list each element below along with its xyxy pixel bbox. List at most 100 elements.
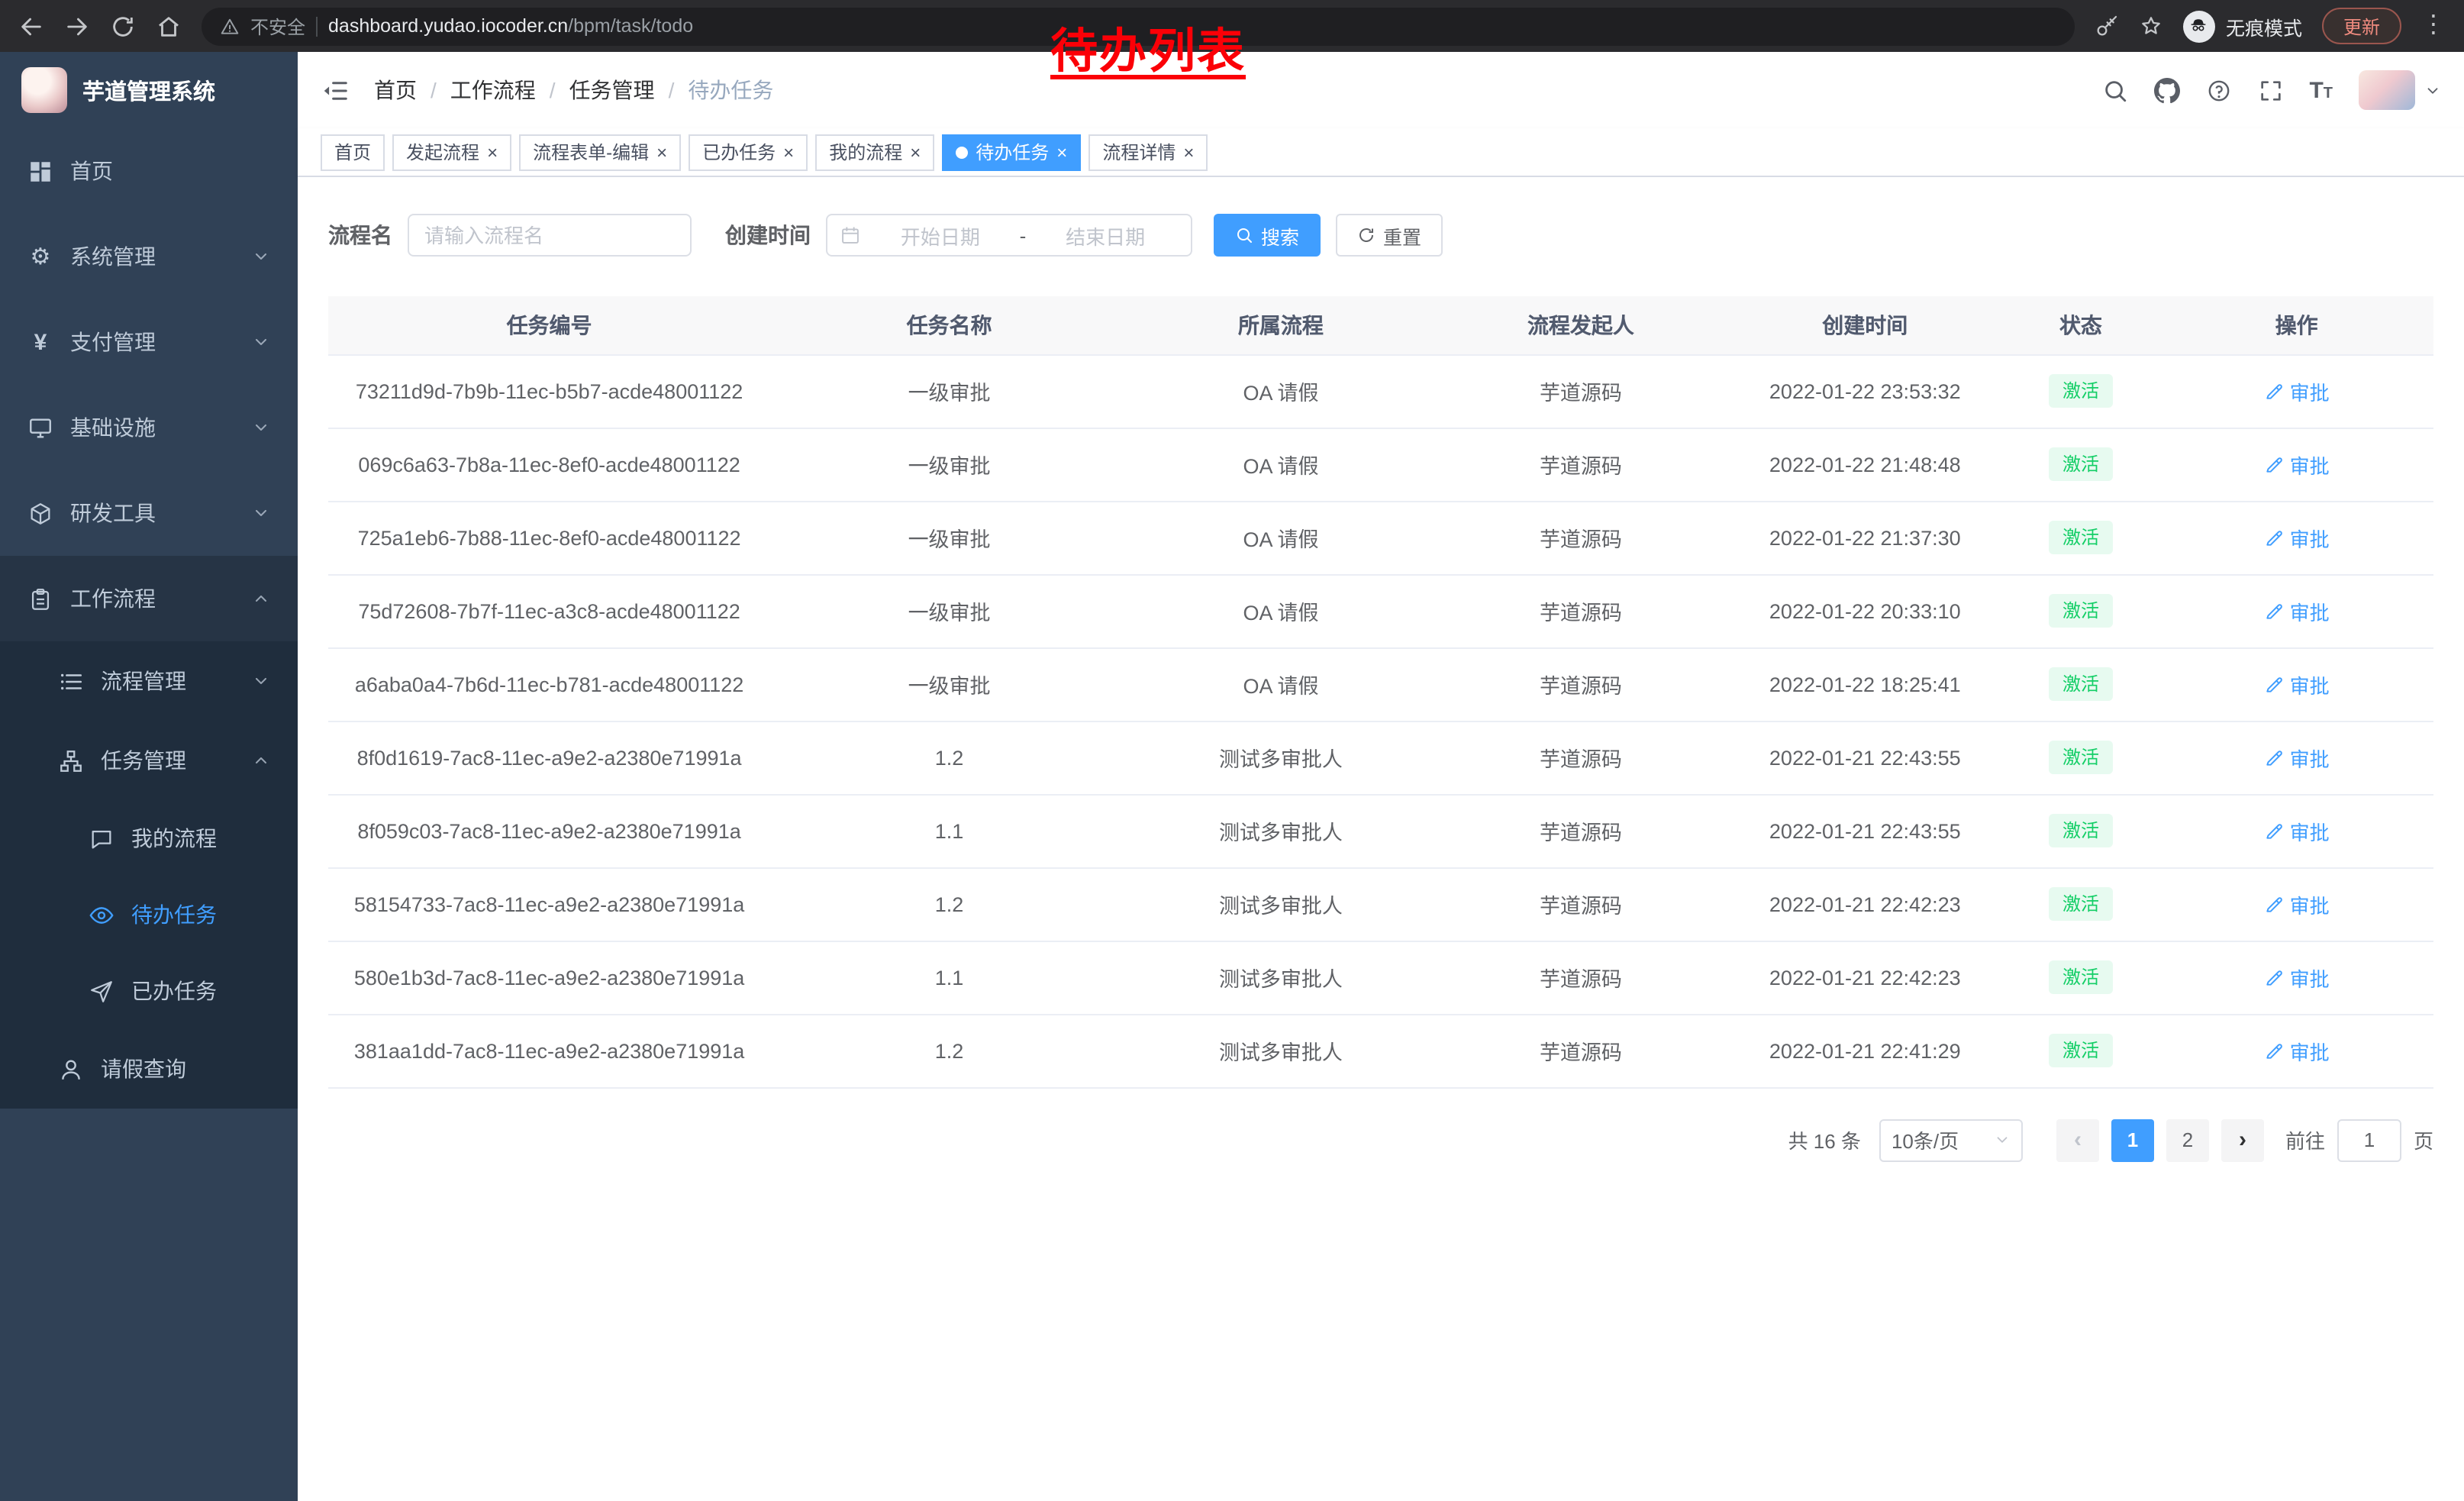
approve-link[interactable]: 审批 (2264, 450, 2330, 479)
sidebar-item-payment[interactable]: ¥ 支付管理 (0, 299, 298, 385)
paper-plane-icon (89, 978, 114, 1004)
help-icon[interactable] (2205, 77, 2231, 103)
cell-status: 激活 (2002, 501, 2160, 574)
warning-icon[interactable] (220, 16, 240, 36)
cell-task-id: 58154733-7ac8-11ec-a9e2-a2380e71991a (328, 867, 770, 941)
update-button[interactable]: 更新 (2322, 8, 2401, 44)
column-header-process: 所属流程 (1128, 296, 1434, 354)
cell-process: OA 请假 (1128, 428, 1434, 501)
user-menu[interactable] (2359, 70, 2441, 110)
approve-link[interactable]: 审批 (2264, 523, 2330, 552)
goto-unit-label: 页 (2414, 1125, 2433, 1154)
bookmark-star-icon[interactable] (2139, 14, 2163, 38)
close-icon[interactable]: × (656, 143, 667, 161)
approve-link[interactable]: 审批 (2264, 743, 2330, 772)
sidebar-item-label: 任务管理 (101, 745, 186, 776)
cell-task-name: 一级审批 (770, 354, 1128, 428)
tab-home[interactable]: 首页 (321, 134, 385, 170)
sidebar-item-process-management[interactable]: 流程管理 (0, 641, 298, 721)
date-range-picker[interactable]: 开始日期 - 结束日期 (826, 214, 1192, 257)
goto-label: 前往 (2285, 1125, 2325, 1154)
sidebar-item-system[interactable]: ⚙ 系统管理 (0, 214, 298, 299)
tab-process-detail[interactable]: 流程详情× (1088, 134, 1208, 170)
next-page-button[interactable]: › (2221, 1118, 2264, 1161)
reset-button[interactable]: 重置 (1336, 214, 1443, 257)
chevron-up-icon (252, 751, 270, 770)
cell-task-name: 1.2 (770, 721, 1128, 794)
table-row: a6aba0a4-7b6d-11ec-b781-acde48001122 一级审… (328, 647, 2433, 721)
search-icon[interactable] (2101, 77, 2127, 103)
cell-action: 审批 (2159, 501, 2433, 574)
table-header-row: 任务编号 任务名称 所属流程 流程发起人 创建时间 状态 操作 (328, 296, 2433, 354)
font-size-icon[interactable]: TT (2309, 77, 2333, 103)
tab-label: 我的流程 (829, 139, 902, 165)
close-icon[interactable]: × (487, 143, 498, 161)
cell-task-name: 1.1 (770, 794, 1128, 867)
page-size-select[interactable]: 10条/页 (1879, 1118, 2023, 1161)
cell-status: 激活 (2002, 941, 2160, 1014)
chevron-up-icon (252, 589, 270, 608)
sidebar-item-infrastructure[interactable]: 基础设施 (0, 385, 298, 470)
key-icon[interactable] (2095, 14, 2119, 38)
close-icon[interactable]: × (1183, 143, 1194, 161)
cell-task-id: 75d72608-7b7f-11ec-a3c8-acde48001122 (328, 574, 770, 647)
forward-icon[interactable] (64, 13, 90, 39)
tab-my-processes[interactable]: 我的流程 × (815, 134, 934, 170)
monitor-icon (27, 415, 53, 441)
sidebar-item-home[interactable]: 首页 (0, 128, 298, 214)
tab-process-form-edit[interactable]: 流程表单-编辑× (519, 134, 681, 170)
chevron-down-icon (252, 672, 270, 690)
breadcrumb-current: 待办任务 (688, 75, 773, 105)
reload-icon[interactable] (110, 13, 136, 39)
breadcrumb-workflow[interactable]: 工作流程 (450, 75, 536, 105)
sidebar-item-my-processes[interactable]: 我的流程 (0, 800, 298, 876)
back-icon[interactable] (18, 13, 44, 39)
status-badge: 激活 (2049, 374, 2113, 408)
sidebar-item-dev-tools[interactable]: 研发工具 (0, 470, 298, 556)
sidebar-item-label: 待办任务 (131, 899, 217, 930)
close-icon[interactable]: × (910, 143, 921, 161)
header-actions: TT (2101, 70, 2441, 110)
cell-initiator: 芋道源码 (1434, 1014, 1728, 1087)
cell-initiator: 芋道源码 (1434, 428, 1728, 501)
cell-created: 2022-01-21 22:42:23 (1728, 867, 2002, 941)
process-name-input[interactable] (408, 214, 692, 257)
github-icon[interactable] (2153, 77, 2179, 103)
approve-link[interactable]: 审批 (2264, 889, 2330, 918)
tab-done-tasks[interactable]: 已办任务× (689, 134, 808, 170)
goto-page-input[interactable] (2337, 1118, 2401, 1161)
approve-link[interactable]: 审批 (2264, 376, 2330, 405)
approve-link[interactable]: 审批 (2264, 670, 2330, 699)
approve-link[interactable]: 审批 (2264, 816, 2330, 845)
cell-process: 测试多审批人 (1128, 867, 1434, 941)
edit-icon (2264, 967, 2284, 987)
sidebar-item-done-tasks[interactable]: 已办任务 (0, 953, 298, 1029)
sidebar-item-task-management[interactable]: 任务管理 (0, 721, 298, 800)
search-button[interactable]: 搜索 (1214, 214, 1321, 257)
close-icon[interactable]: × (783, 143, 794, 161)
approve-link[interactable]: 审批 (2264, 963, 2330, 992)
table-row: 8f059c03-7ac8-11ec-a9e2-a2380e71991a 1.1… (328, 794, 2433, 867)
page-button-2[interactable]: 2 (2166, 1118, 2209, 1161)
tab-start-process[interactable]: 发起流程× (392, 134, 511, 170)
prev-page-button[interactable]: ‹ (2056, 1118, 2099, 1161)
chevron-down-icon (252, 418, 270, 437)
sidebar-item-todo-tasks[interactable]: 待办任务 (0, 876, 298, 953)
approve-link[interactable]: 审批 (2264, 1036, 2330, 1065)
collapse-sidebar-icon[interactable] (321, 76, 350, 105)
sidebar-item-leave-query[interactable]: 请假查询 (0, 1029, 298, 1109)
browser-menu-icon[interactable]: ⋮ (2421, 14, 2446, 38)
breadcrumb-home[interactable]: 首页 (374, 75, 417, 105)
home-icon[interactable] (156, 13, 182, 39)
app-logo[interactable]: 芋道管理系统 (0, 52, 298, 128)
tab-todo-tasks[interactable]: 待办任务× (942, 134, 1081, 170)
close-icon[interactable]: × (1056, 143, 1067, 161)
breadcrumb-task-management[interactable]: 任务管理 (569, 75, 655, 105)
status-badge: 激活 (2049, 741, 2113, 774)
fullscreen-icon[interactable] (2257, 77, 2283, 103)
page-button-1[interactable]: 1 (2111, 1118, 2154, 1161)
tags-view-bar: 首页 发起流程× 流程表单-编辑× 已办任务× 我的流程 × 待办任务× 流程详情… (298, 128, 2464, 177)
sidebar-item-workflow[interactable]: 工作流程 (0, 556, 298, 641)
approve-link[interactable]: 审批 (2264, 596, 2330, 625)
cell-process: 测试多审批人 (1128, 721, 1434, 794)
